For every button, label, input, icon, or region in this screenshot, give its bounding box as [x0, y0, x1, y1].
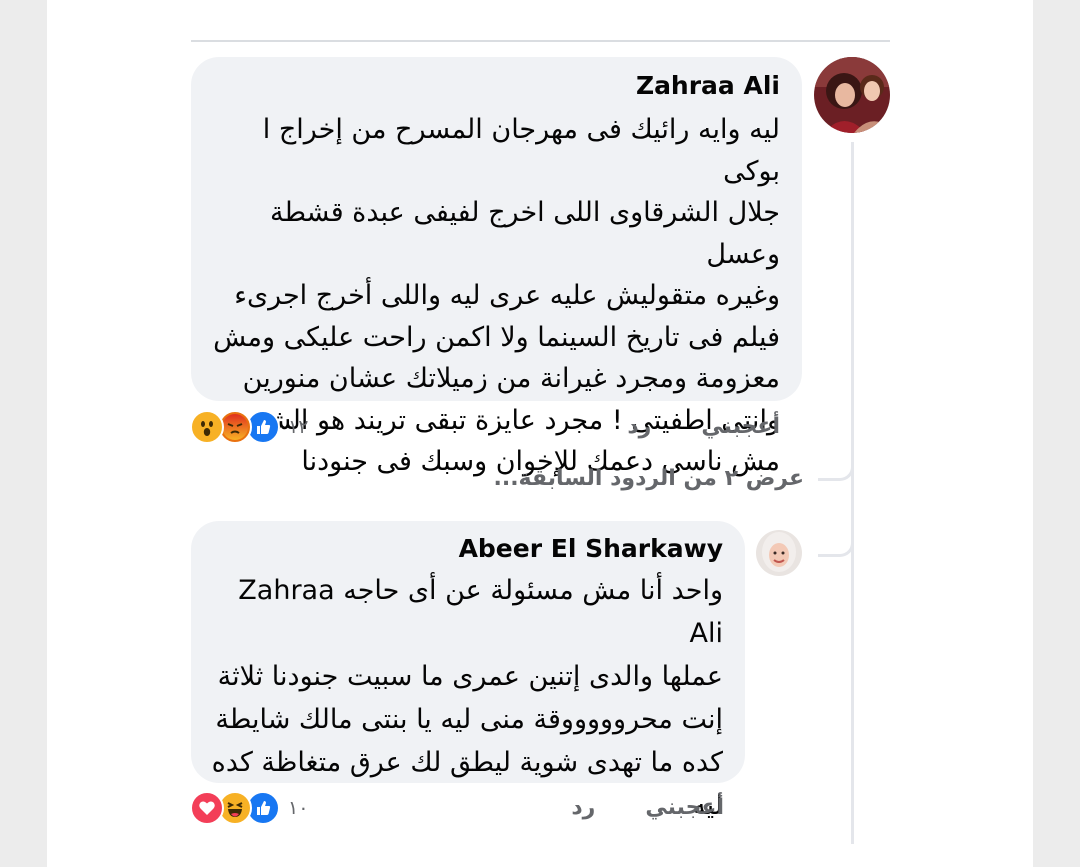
reaction-summary[interactable]: ١٢ [190, 410, 308, 444]
thread-branch [818, 528, 854, 557]
reaction-count: ١٠ [288, 797, 309, 819]
thread-branch [818, 452, 854, 481]
comment-text: واحد أنا مش مسئولة عن أى حاجه Zahraa Ali… [211, 575, 723, 821]
divider [191, 40, 890, 42]
comment-author[interactable]: Zahraa Ali [636, 71, 780, 100]
like-button[interactable]: أعجبني [645, 795, 724, 820]
like-button[interactable]: أعجبني [701, 414, 780, 439]
comment-actions: أعجبني رد [571, 795, 724, 820]
comment-bubble: Zahraa Ali ليه وايه رائيك فى مهرجان المس… [191, 57, 802, 477]
love-icon [190, 791, 224, 825]
avatar[interactable] [756, 530, 802, 576]
thread-line [851, 142, 854, 844]
avatar[interactable] [814, 57, 890, 133]
comment-actions: أعجبني رد [627, 414, 780, 439]
comment-author[interactable]: Abeer El Sharkawy [459, 534, 723, 563]
wow-icon [190, 410, 224, 444]
reply-button[interactable]: رد [627, 414, 651, 439]
reaction-count: ١٢ [288, 416, 309, 438]
view-previous-replies-link[interactable]: عرض ٢ من الردود السابقة... [493, 466, 804, 491]
reaction-summary[interactable]: ١٠ [190, 791, 308, 825]
reply-button[interactable]: رد [571, 795, 595, 820]
reply-bubble: Abeer El Sharkawy واحد أنا مش مسئولة عن … [191, 521, 745, 821]
